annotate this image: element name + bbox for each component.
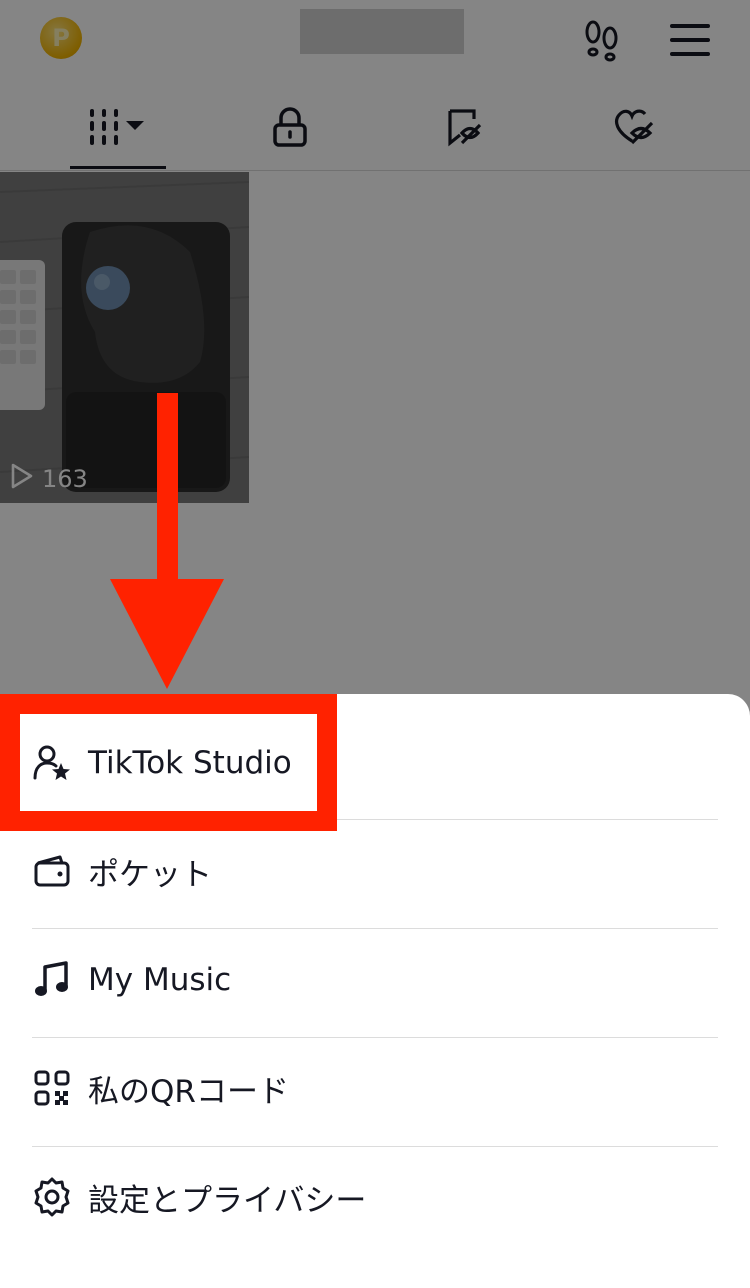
menu-item-settings-privacy[interactable]: 設定とプライバシー [32, 1143, 718, 1251]
qr-code-icon [32, 1068, 72, 1108]
wallet-icon [32, 851, 72, 891]
annotation-highlight-box [0, 694, 337, 831]
menu-item-my-qr-code[interactable]: 私のQRコード [32, 1034, 718, 1142]
menu-item-label: 設定とプライバシー [88, 1182, 367, 1219]
menu-item-pocket[interactable]: ポケット [32, 817, 718, 925]
menu-item-label: ポケット [88, 856, 212, 893]
music-note-icon [32, 960, 72, 1000]
settings-gear-icon [32, 1177, 72, 1217]
menu-item-my-music[interactable]: My Music [32, 926, 718, 1034]
menu-item-label: My Music [88, 962, 232, 998]
annotation-arrow [110, 393, 224, 693]
menu-item-label: 私のQRコード [88, 1073, 289, 1110]
